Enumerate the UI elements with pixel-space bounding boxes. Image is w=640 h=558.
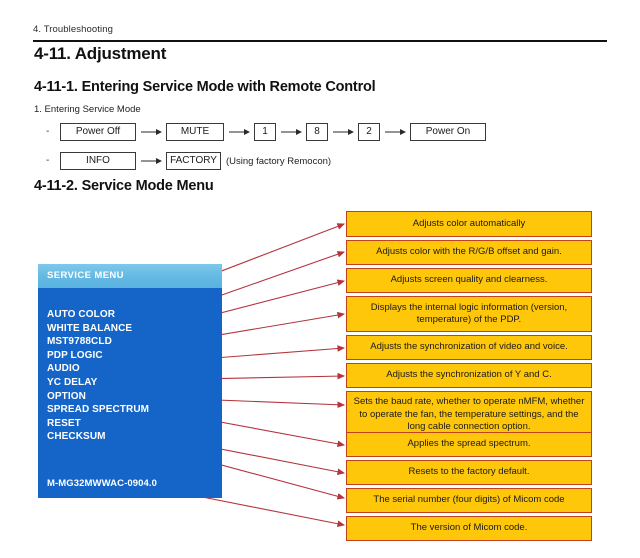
bullet-dash: - [46,126,50,137]
menu-item-yc-delay[interactable]: YC DELAY [47,376,217,390]
running-header: 4. Troubleshooting [33,24,113,35]
subsection-1-title: 4-11-1. Entering Service Mode with Remot… [34,79,376,95]
key-power-off[interactable]: Power Off [60,123,136,141]
remote-sequence-row-2: - INFO FACTORY (Using factory Remocon) [46,152,331,170]
key-info[interactable]: INFO [60,152,136,170]
menu-item-pdp-logic[interactable]: PDP LOGIC [47,349,217,363]
callout-pdp-logic: Displays the internal logic information … [346,296,592,332]
bullet-dash: - [46,155,50,166]
header-rule [33,40,607,42]
callout-white-balance: Adjusts color with the R/G/B offset and … [346,240,592,265]
callout-auto-color: Adjusts color automatically [346,211,592,237]
service-menu-panel: SERVICE MENU AUTO COLOR WHITE BALANCE MS… [38,264,222,498]
menu-item-checksum[interactable]: CHECKSUM [47,430,217,444]
key-power-on[interactable]: Power On [410,123,486,141]
key-mute[interactable]: MUTE [166,123,224,141]
arrow-right-icon [136,156,166,166]
key-8[interactable]: 8 [306,123,328,141]
service-menu-list: AUTO COLOR WHITE BALANCE MST9788CLD PDP … [47,308,217,444]
menu-item-spread-spectrum[interactable]: SPREAD SPECTRUM [47,403,217,417]
key-factory[interactable]: FACTORY [166,152,221,170]
callout-audio: Adjusts the synchronization of video and… [346,335,592,360]
remote-sequence-row-1: - Power Off MUTE 1 8 2 Power On [46,123,486,141]
menu-item-option[interactable]: OPTION [47,390,217,404]
section-title: 4-11. Adjustment [34,44,167,63]
subsection-2-title: 4-11-2. Service Mode Menu [34,178,214,194]
step-label: 1. Entering Service Mode [34,104,141,115]
arrow-right-icon [276,127,306,137]
callout-reset: Resets to the factory default. [346,460,592,485]
menu-item-white-balance[interactable]: WHITE BALANCE [47,322,217,336]
menu-item-mst9788cld[interactable]: MST9788CLD [47,335,217,349]
callout-yc-delay: Adjusts the synchronization of Y and C. [346,363,592,388]
callout-mst9788cld: Adjusts screen quality and clearness. [346,268,592,293]
service-menu-header-label: SERVICE MENU [47,270,124,281]
key-2[interactable]: 2 [358,123,380,141]
callout-checksum: The serial number (four digits) of Micom… [346,488,592,513]
menu-item-reset[interactable]: RESET [47,417,217,431]
manual-page: 4. Troubleshooting 4-11. Adjustment 4-11… [0,0,640,558]
arrow-right-icon [328,127,358,137]
remote-sequence-note: (Using factory Remocon) [226,155,332,167]
arrow-right-icon [380,127,410,137]
menu-item-auto-color[interactable]: AUTO COLOR [47,308,217,322]
arrow-right-icon [136,127,166,137]
menu-item-audio[interactable]: AUDIO [47,362,217,376]
key-1[interactable]: 1 [254,123,276,141]
callout-micom-version: The version of Micom code. [346,516,592,541]
callout-spread-spectrum: Applies the spread spectrum. [346,432,592,457]
arrow-right-icon [224,127,254,137]
micom-version-code: M-MG32MWWAC-0904.0 [47,478,158,489]
